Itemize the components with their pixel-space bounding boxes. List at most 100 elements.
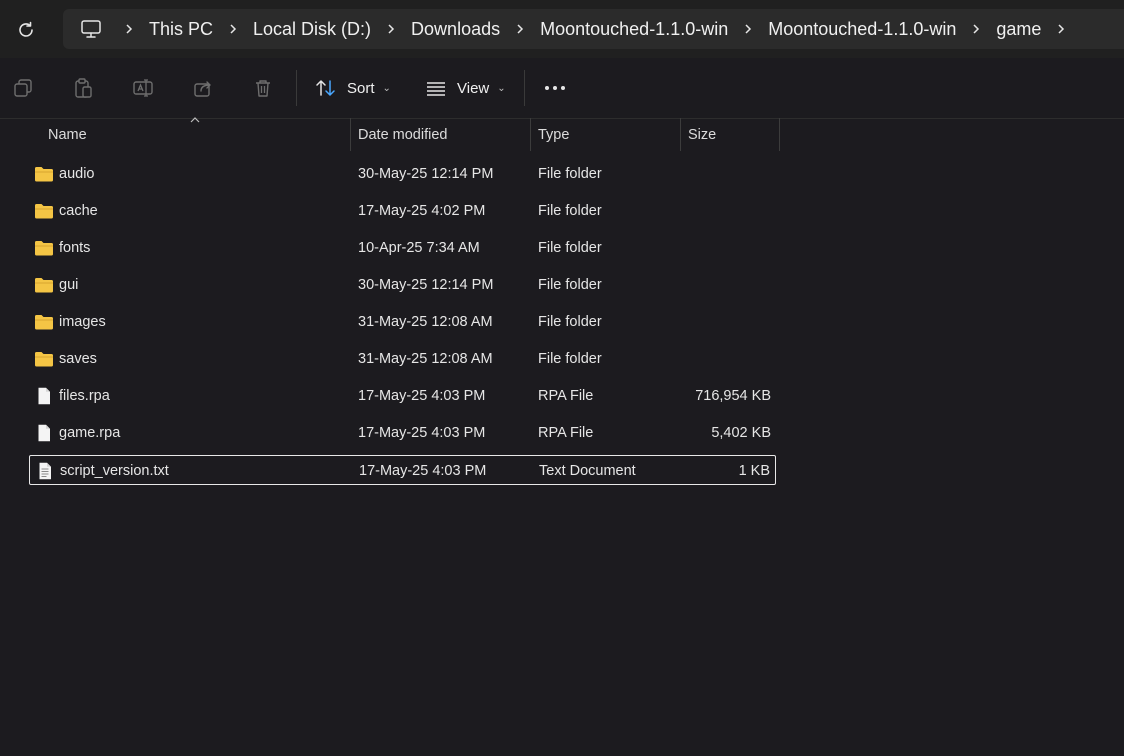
table-row[interactable]: game.rpa 17-May-25 4:03 PM RPA File 5,40…: [29, 418, 776, 448]
command-bar: Sort ⌄ View ⌄: [0, 58, 1124, 119]
file-name: files.rpa: [59, 388, 110, 404]
breadcrumb-item-moontouched-inner[interactable]: Moontouched-1.1.0-win: [766, 19, 958, 40]
rename-button[interactable]: [131, 76, 155, 100]
share-button[interactable]: [191, 76, 215, 100]
file-icon: [38, 387, 50, 405]
column-header-type[interactable]: Type: [538, 118, 569, 151]
file-type: File folder: [538, 351, 602, 367]
breadcrumb-item-downloads[interactable]: Downloads: [409, 19, 502, 40]
view-list-icon: [427, 82, 445, 96]
column-divider[interactable]: [779, 118, 780, 151]
refresh-icon: [19, 21, 33, 37]
chevron-down-icon: ⌄: [382, 82, 391, 94]
file-name: fonts: [59, 240, 91, 256]
refresh-button[interactable]: [12, 16, 40, 44]
file-date: 30-May-25 12:14 PM: [358, 166, 494, 182]
share-icon: [194, 81, 211, 97]
table-row[interactable]: gui 30-May-25 12:14 PM File folder: [29, 270, 776, 300]
column-header-row: Name Date modified Type Size: [0, 117, 1124, 152]
sort-button[interactable]: Sort ⌄: [315, 72, 391, 104]
table-row[interactable]: fonts 10-Apr-25 7:34 AM File folder: [29, 233, 776, 263]
file-icon: [38, 424, 50, 442]
this-pc-button[interactable]: [71, 9, 111, 49]
file-date: 31-May-25 12:08 AM: [358, 351, 493, 367]
file-name: script_version.txt: [60, 463, 169, 479]
column-header-date[interactable]: Date modified: [358, 118, 447, 151]
rename-icon: [133, 79, 153, 97]
folder-icon: [35, 204, 53, 219]
file-type: File folder: [538, 277, 602, 293]
table-row[interactable]: cache 17-May-25 4:02 PM File folder: [29, 196, 776, 226]
file-type: File folder: [538, 203, 602, 219]
folder-icon: [35, 315, 53, 330]
file-date: 17-May-25 4:03 PM: [358, 388, 486, 404]
paste-button[interactable]: [71, 76, 95, 100]
breadcrumb-item-moontouched[interactable]: Moontouched-1.1.0-win: [538, 19, 730, 40]
file-name: cache: [59, 203, 98, 219]
file-date: 10-Apr-25 7:34 AM: [358, 240, 480, 256]
chevron-right-icon[interactable]: [502, 9, 538, 49]
file-date: 17-May-25 4:03 PM: [359, 463, 487, 479]
chevron-right-icon[interactable]: [958, 9, 994, 49]
column-divider[interactable]: [680, 118, 681, 151]
file-size: 1 KB: [738, 463, 770, 479]
chevron-right-icon[interactable]: [111, 9, 147, 49]
file-name: gui: [59, 277, 79, 293]
file-type: File folder: [538, 166, 602, 182]
file-name: saves: [59, 351, 97, 367]
more-icon: [545, 86, 565, 90]
toolbar-divider: [524, 70, 525, 106]
folder-icon: [35, 167, 53, 182]
sort-label: Sort: [347, 79, 375, 97]
table-row[interactable]: images 31-May-25 12:08 AM File folder: [29, 307, 776, 337]
table-row[interactable]: files.rpa 17-May-25 4:03 PM RPA File 716…: [29, 381, 776, 411]
file-size: 5,402 KB: [711, 425, 771, 441]
copy-icon: [14, 79, 32, 97]
table-row[interactable]: saves 31-May-25 12:08 AM File folder: [29, 344, 776, 374]
chevron-right-icon[interactable]: [215, 9, 251, 49]
toolbar-divider: [296, 70, 297, 106]
sort-ascending-icon: [190, 117, 200, 123]
column-header-name[interactable]: Name: [48, 118, 87, 151]
breadcrumb: This PC Local Disk (D:) Downloads Moonto…: [63, 9, 1124, 49]
table-row[interactable]: audio 30-May-25 12:14 PM File folder: [29, 159, 776, 189]
file-size: 716,954 KB: [695, 388, 771, 404]
trash-icon: [256, 80, 270, 97]
file-type: RPA File: [538, 425, 594, 441]
chevron-right-icon[interactable]: [1043, 9, 1079, 49]
table-row-selected[interactable]: script_version.txt 17-May-25 4:03 PM Tex…: [29, 455, 776, 485]
file-type: File folder: [538, 240, 602, 256]
more-options-button[interactable]: [543, 76, 567, 100]
column-header-size[interactable]: Size: [688, 118, 716, 151]
breadcrumb-item-local-disk[interactable]: Local Disk (D:): [251, 19, 373, 40]
folder-icon: [35, 241, 53, 256]
clipboard-icon: [75, 78, 92, 98]
delete-button[interactable]: [251, 76, 275, 100]
address-bar: This PC Local Disk (D:) Downloads Moonto…: [0, 0, 1124, 58]
chevron-right-icon[interactable]: [373, 9, 409, 49]
breadcrumb-item-game[interactable]: game: [994, 19, 1043, 40]
monitor-icon: [81, 20, 101, 38]
view-button[interactable]: View ⌄: [425, 72, 506, 104]
breadcrumb-item-this-pc[interactable]: This PC: [147, 19, 215, 40]
copy-button[interactable]: [11, 76, 35, 100]
text-document-icon: [39, 462, 51, 480]
file-date: 31-May-25 12:08 AM: [358, 314, 493, 330]
file-name: audio: [59, 166, 95, 182]
file-name: game.rpa: [59, 425, 121, 441]
file-date: 17-May-25 4:03 PM: [358, 425, 486, 441]
file-type: Text Document: [539, 463, 636, 479]
column-divider[interactable]: [350, 118, 351, 151]
view-label: View: [457, 79, 490, 97]
sort-icon: [316, 80, 335, 96]
folder-icon: [35, 278, 53, 293]
folder-icon: [35, 352, 53, 367]
file-type: File folder: [538, 314, 602, 330]
file-date: 17-May-25 4:02 PM: [358, 203, 486, 219]
chevron-right-icon[interactable]: [730, 9, 766, 49]
file-date: 30-May-25 12:14 PM: [358, 277, 494, 293]
file-type: RPA File: [538, 388, 594, 404]
column-divider[interactable]: [530, 118, 531, 151]
chevron-down-icon: ⌄: [497, 82, 506, 94]
file-name: images: [59, 314, 106, 330]
